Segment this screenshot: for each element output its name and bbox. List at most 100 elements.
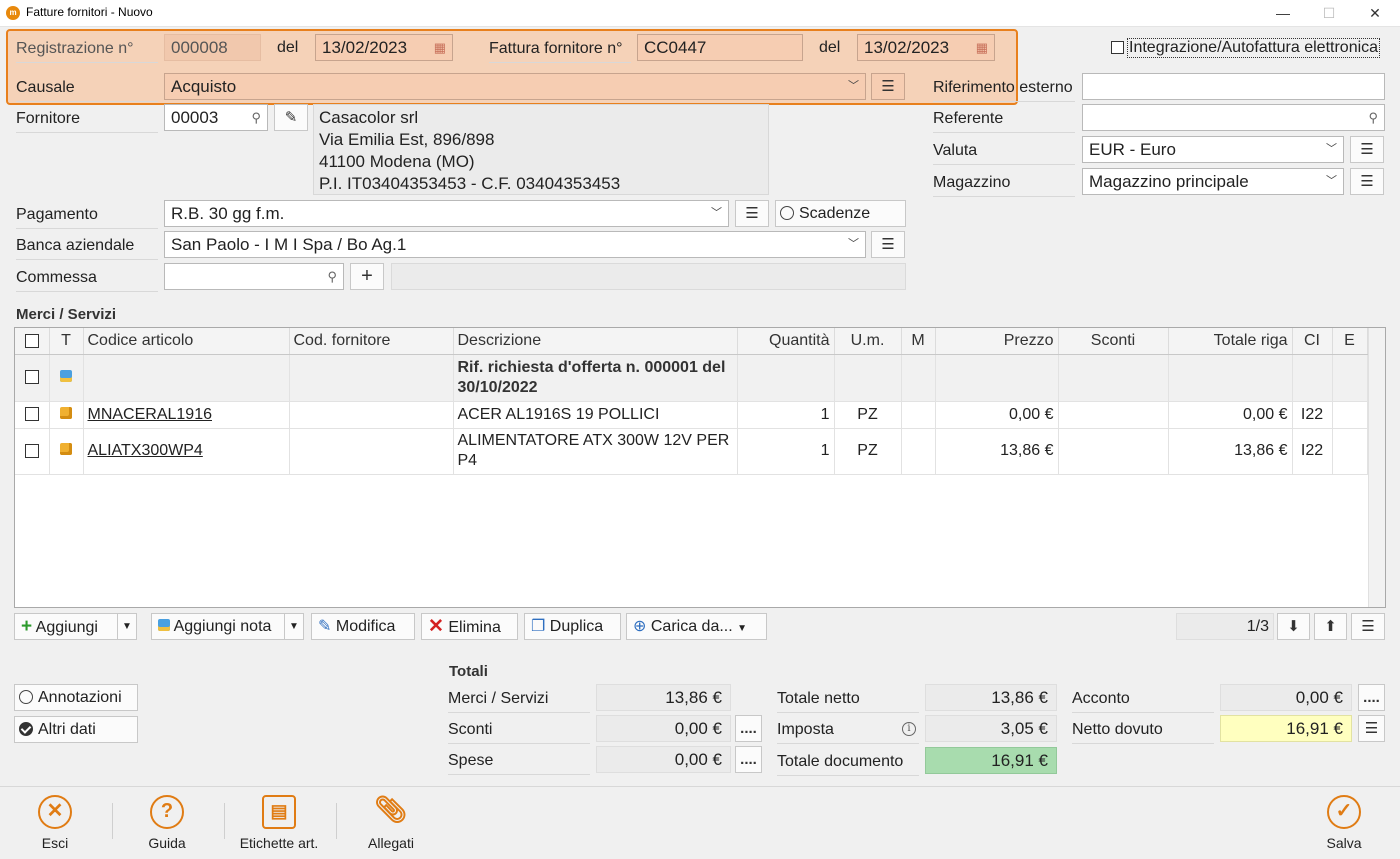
aggiungi-button[interactable]: + Aggiungi <box>14 613 118 640</box>
scadenze-toggle[interactable]: Scadenze <box>775 200 906 227</box>
add-commessa-button[interactable]: + <box>350 263 384 290</box>
registration-date-field[interactable]: 13/02/2023 ▦ <box>315 34 453 61</box>
select-all-checkbox[interactable] <box>15 328 50 355</box>
supplier-invoice-number-field[interactable]: CC0447 <box>637 34 803 61</box>
valuta-select[interactable]: EUR - Euro ﹀ <box>1082 136 1344 163</box>
supplier-invoice-number-label: Fattura fornitore n° <box>489 38 631 63</box>
exit-x-icon: ✕ <box>38 795 72 829</box>
maximize-button: ☐ <box>1322 5 1336 21</box>
magazzino-list-button[interactable]: ☰ <box>1350 168 1384 195</box>
item-m <box>901 401 936 429</box>
causale-list-button[interactable]: ☰ <box>871 73 905 100</box>
esci-button[interactable]: ✕ Esci <box>5 795 105 851</box>
duplica-button[interactable]: ❐ Duplica <box>524 613 621 640</box>
elimina-button[interactable]: ✕ Elimina <box>421 613 518 640</box>
aggiungi-nota-dropdown[interactable]: ▼ <box>284 613 304 640</box>
etichette-button[interactable]: ▤ Etichette art. <box>229 795 329 851</box>
col-header-ci[interactable]: CI <box>1292 328 1333 355</box>
app-logo-icon: m <box>6 6 20 20</box>
pagamento-list-button[interactable]: ☰ <box>735 200 769 227</box>
items-grid: T Codice articolo Cod. fornitore Descriz… <box>14 327 1386 608</box>
col-header-sconti[interactable]: Sconti <box>1058 328 1169 355</box>
annotazioni-label: Annotazioni <box>38 689 122 706</box>
invoice-date-field[interactable]: 13/02/2023 ▦ <box>857 34 995 61</box>
help-question-icon: ? <box>150 795 184 829</box>
integrazione-label[interactable]: Integrazione/Autofattura elettronica <box>1127 38 1381 58</box>
list-icon: ☰ <box>881 78 895 95</box>
causale-select[interactable]: Acquisto ﹀ <box>164 73 866 100</box>
col-header-prezzo[interactable]: Prezzo <box>935 328 1059 355</box>
col-header-type[interactable]: T <box>49 328 84 355</box>
minimize-button[interactable]: — <box>1260 0 1306 27</box>
row-checkbox[interactable] <box>15 354 50 402</box>
row-checkbox[interactable] <box>15 428 50 475</box>
referente-input[interactable]: ⚲ <box>1082 104 1385 131</box>
guida-button[interactable]: ? Guida <box>117 795 217 851</box>
checkbox-icon <box>24 333 39 348</box>
allegati-button[interactable]: 📎︎ Allegati <box>341 795 441 852</box>
item-code-link[interactable]: ALIATX300WP4 <box>83 428 290 475</box>
annotazioni-toggle[interactable]: Annotazioni <box>14 684 138 711</box>
search-icon[interactable]: ⚲ <box>1368 105 1378 130</box>
item-code-link[interactable]: MNACERAL1916 <box>83 401 290 429</box>
banca-select[interactable]: San Paolo - I M I Spa / Bo Ag.1 ﹀ <box>164 231 866 258</box>
netto-dovuto-menu-button[interactable]: ☰ <box>1358 715 1385 742</box>
aggiungi-dropdown[interactable]: ▼ <box>117 613 137 640</box>
commessa-description <box>391 263 906 290</box>
move-up-button[interactable]: ⬆ <box>1314 613 1347 640</box>
col-header-m[interactable]: M <box>901 328 936 355</box>
sconti-more-button[interactable]: .... <box>735 715 762 742</box>
magazzino-value: Magazzino principale <box>1089 172 1249 191</box>
modifica-button[interactable]: ✎ Modifica <box>311 613 415 640</box>
search-icon[interactable]: ⚲ <box>327 264 337 289</box>
caret-down-icon: ▼ <box>737 623 748 634</box>
col-header-codice-articolo[interactable]: Codice articolo <box>83 328 290 355</box>
grid-scrollbar[interactable] <box>1368 328 1385 607</box>
altri-dati-toggle[interactable]: Altri dati <box>14 716 138 743</box>
calendar-icon[interactable]: ▦ <box>976 35 988 60</box>
aggiungi-nota-button[interactable]: Aggiungi nota <box>151 613 285 640</box>
magazzino-select[interactable]: Magazzino principale ﹀ <box>1082 168 1344 195</box>
row-checkbox[interactable] <box>15 401 50 429</box>
chevron-down-icon: ﹀ <box>848 80 859 92</box>
elimina-label: Elimina <box>448 619 501 636</box>
table-row[interactable]: ALIATX300WP4 ALIMENTATORE ATX 300W 12V P… <box>15 428 1368 475</box>
col-header-e[interactable]: E <box>1332 328 1368 355</box>
fornitore-code-input[interactable]: 00003 ⚲ <box>164 104 268 131</box>
chevron-down-icon: ﹀ <box>848 238 859 250</box>
item-description: ALIMENTATORE ATX 300W 12V PER P4 <box>453 428 738 475</box>
edit-supplier-button[interactable]: ✎ <box>274 104 308 131</box>
col-header-descrizione[interactable]: Descrizione <box>453 328 738 355</box>
list-icon: ☰ <box>881 236 895 253</box>
move-down-button[interactable]: ⬇ <box>1277 613 1310 640</box>
grid-menu-button[interactable]: ☰ <box>1351 613 1385 640</box>
col-header-totale-riga[interactable]: Totale riga <box>1168 328 1293 355</box>
close-window-button[interactable]: ✕ <box>1352 0 1398 27</box>
carica-da-button[interactable]: ⊕ Carica da... ▼ <box>626 613 767 640</box>
valuta-list-button[interactable]: ☰ <box>1350 136 1384 163</box>
calendar-icon[interactable]: ▦ <box>434 35 446 60</box>
pagamento-select[interactable]: R.B. 30 gg f.m. ﹀ <box>164 200 729 227</box>
info-icon[interactable]: i <box>902 722 916 736</box>
supplier-tax-ids: P.I. IT03404353453 - C.F. 03404353453 <box>319 174 621 193</box>
totale-netto-label: Totale netto <box>777 688 919 713</box>
table-row-note[interactable]: Rif. richiesta d'offerta n. 000001 del 3… <box>15 354 1368 402</box>
col-header-cod-fornitore[interactable]: Cod. fornitore <box>289 328 454 355</box>
commessa-input[interactable]: ⚲ <box>164 263 344 290</box>
acconto-more-button[interactable]: .... <box>1358 684 1385 711</box>
integrazione-checkbox[interactable] <box>1111 41 1124 54</box>
col-header-quantita[interactable]: Quantità <box>737 328 835 355</box>
spese-more-button[interactable]: .... <box>735 746 762 773</box>
table-row[interactable]: MNACERAL1916 ACER AL1916S 19 POLLICI 1 P… <box>15 401 1368 429</box>
banca-list-button[interactable]: ☰ <box>871 231 905 258</box>
commessa-label: Commessa <box>16 267 158 292</box>
riferimento-esterno-input[interactable] <box>1082 73 1385 100</box>
chevron-down-icon: ﹀ <box>1326 143 1337 155</box>
col-header-um[interactable]: U.m. <box>834 328 902 355</box>
invoice-date-label: del <box>819 39 841 56</box>
duplica-label: Duplica <box>549 618 604 635</box>
search-icon[interactable]: ⚲ <box>251 105 261 130</box>
salva-button[interactable]: ✓ Salva <box>1294 795 1394 851</box>
guida-label: Guida <box>148 835 186 851</box>
caret-down-icon: ▼ <box>122 621 132 632</box>
